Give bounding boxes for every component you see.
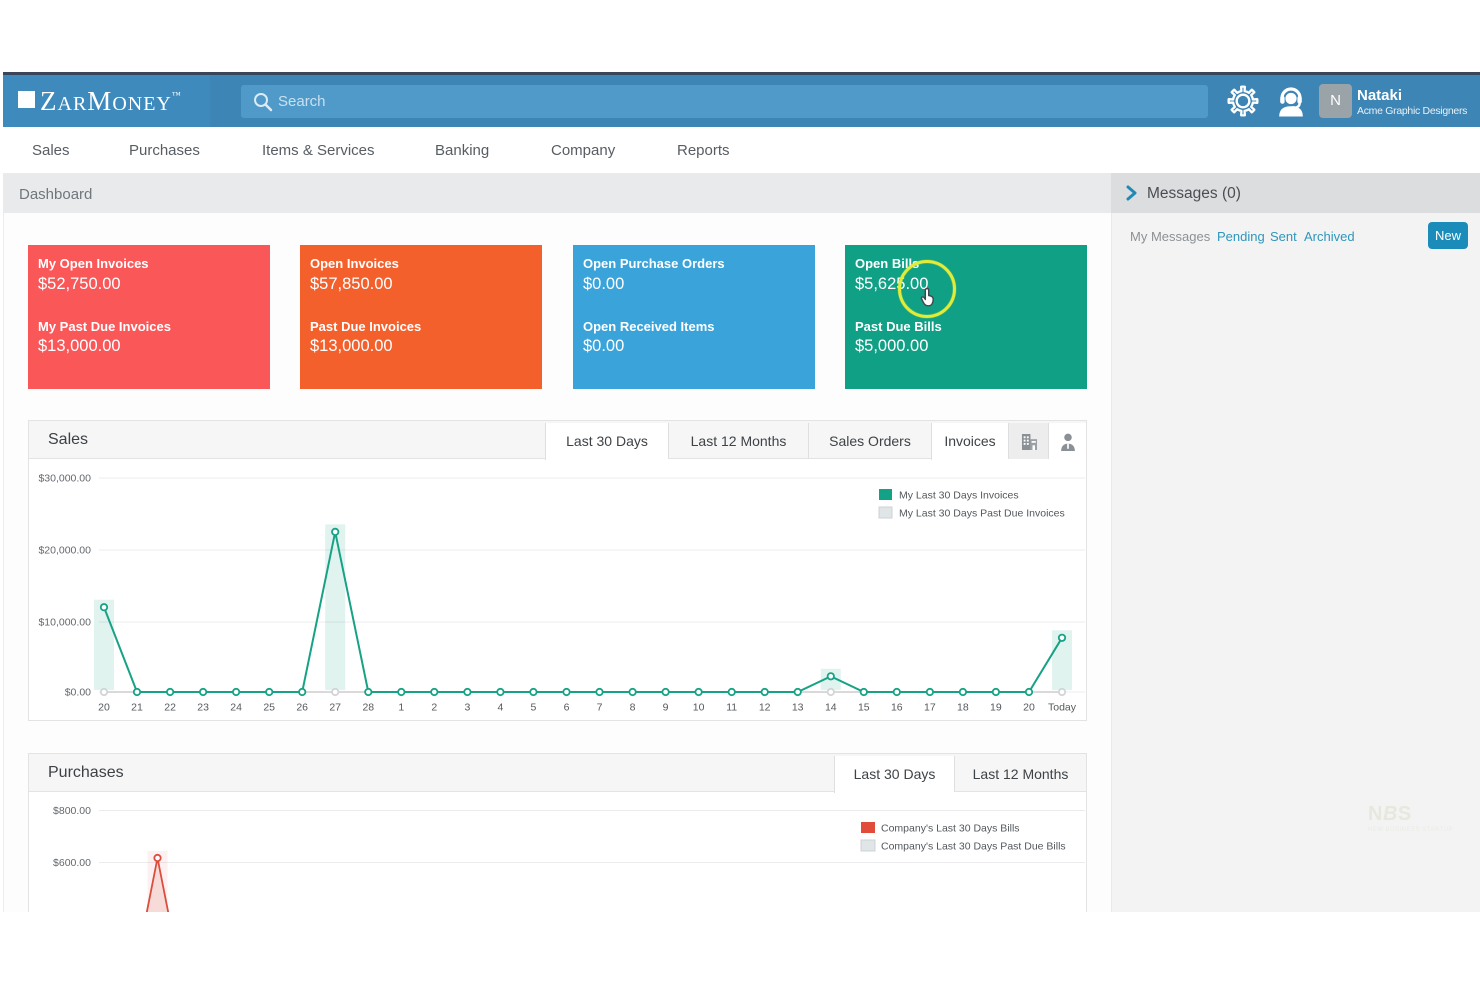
svg-text:2: 2 (431, 702, 437, 714)
svg-text:17: 17 (924, 702, 936, 714)
svg-text:Today: Today (1048, 702, 1077, 714)
svg-text:4: 4 (497, 702, 503, 714)
svg-text:11: 11 (726, 702, 737, 714)
svg-text:1: 1 (398, 702, 404, 714)
svg-text:12: 12 (759, 702, 771, 714)
svg-text:3: 3 (464, 702, 470, 714)
svg-text:My Last 30 Days Invoices: My Last 30 Days Invoices (899, 490, 1019, 502)
svg-text:20: 20 (1023, 702, 1035, 714)
svg-text:20: 20 (98, 702, 110, 714)
svg-text:My Last 30 Days Past Due Invoi: My Last 30 Days Past Due Invoices (899, 508, 1065, 520)
svg-text:23: 23 (197, 702, 209, 714)
svg-text:Company's Last 30 Days Past Du: Company's Last 30 Days Past Due Bills (881, 841, 1066, 853)
svg-text:22: 22 (164, 702, 176, 714)
svg-text:9: 9 (663, 702, 669, 714)
svg-text:19: 19 (990, 702, 1002, 714)
svg-text:24: 24 (230, 702, 242, 714)
svg-text:$20,000.00: $20,000.00 (38, 545, 91, 557)
svg-text:28: 28 (362, 702, 374, 714)
svg-text:$30,000.00: $30,000.00 (38, 473, 91, 485)
svg-text:15: 15 (858, 702, 870, 714)
svg-text:6: 6 (564, 702, 570, 714)
svg-text:$0.00: $0.00 (65, 687, 91, 699)
svg-text:21: 21 (131, 702, 143, 714)
svg-text:13: 13 (792, 702, 804, 714)
svg-text:$10,000.00: $10,000.00 (38, 617, 91, 629)
svg-text:5: 5 (530, 702, 536, 714)
svg-text:Company's Last 30 Days Bills: Company's Last 30 Days Bills (881, 823, 1020, 835)
svg-text:14: 14 (825, 702, 837, 714)
svg-text:$800.00: $800.00 (53, 805, 91, 817)
svg-text:18: 18 (957, 702, 969, 714)
svg-text:16: 16 (891, 702, 903, 714)
svg-text:$600.00: $600.00 (53, 857, 91, 869)
svg-text:25: 25 (263, 702, 275, 714)
svg-text:10: 10 (693, 702, 705, 714)
svg-text:8: 8 (630, 702, 636, 714)
svg-text:27: 27 (329, 702, 341, 714)
svg-text:26: 26 (296, 702, 308, 714)
svg-text:7: 7 (597, 702, 603, 714)
